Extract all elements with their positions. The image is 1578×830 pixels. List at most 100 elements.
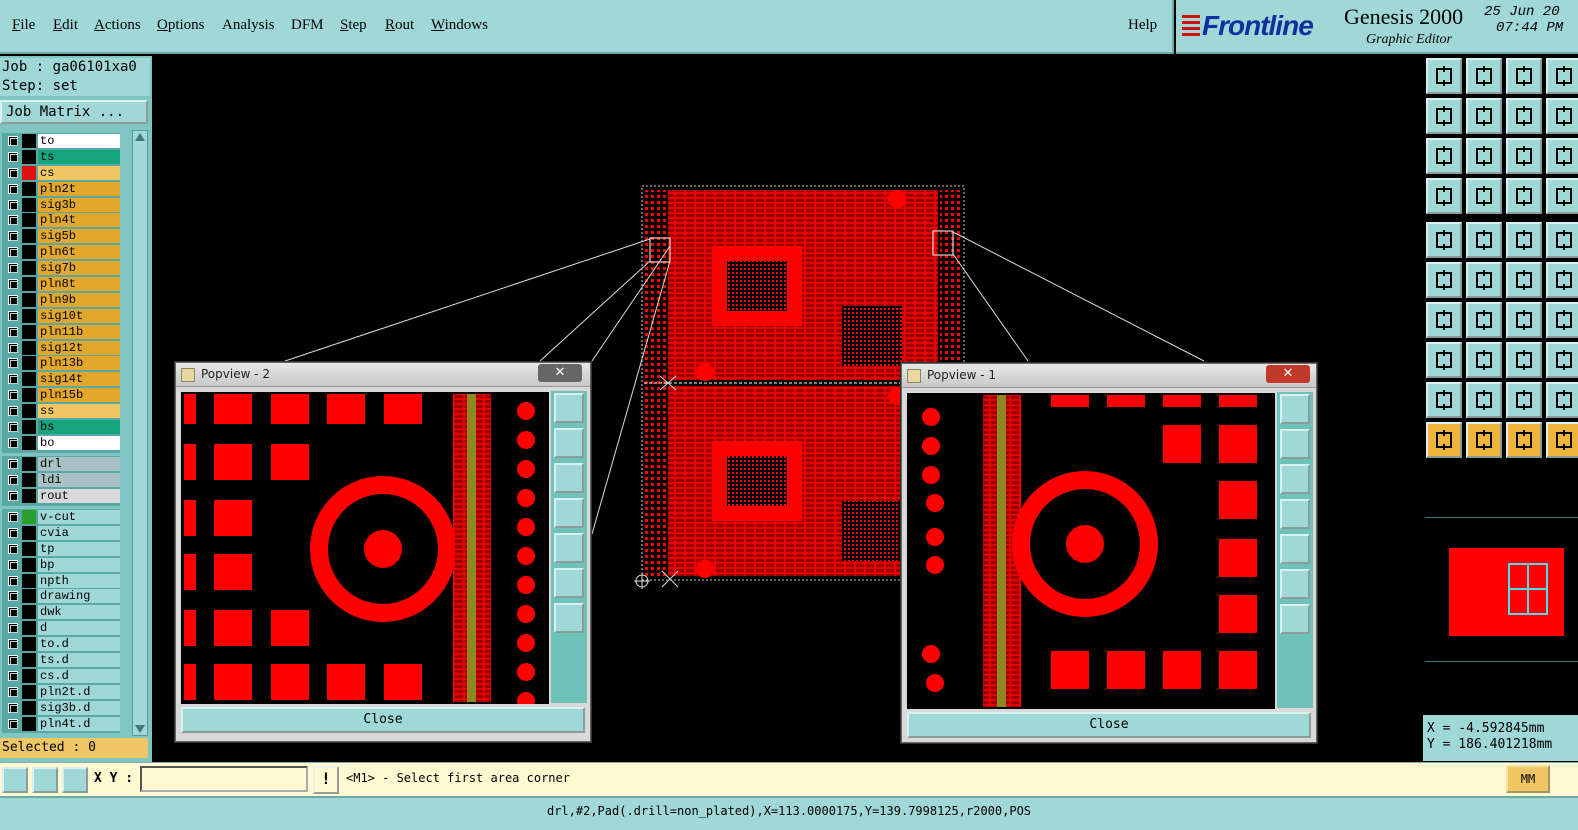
layer-checkbox[interactable] — [8, 437, 18, 448]
layer-color-swatch[interactable] — [22, 700, 36, 715]
menu-file[interactable]: File — [12, 17, 35, 34]
layer-color-swatch[interactable] — [22, 668, 36, 683]
snap-icon[interactable] — [2, 767, 28, 793]
node-icon[interactable] — [1426, 342, 1462, 378]
layer-color-swatch[interactable] — [22, 261, 36, 276]
pan-down-icon[interactable] — [1280, 464, 1310, 494]
layer-color-swatch[interactable] — [22, 420, 36, 435]
zoom-out-icon[interactable] — [554, 568, 584, 598]
layer-list-scrollbar[interactable] — [132, 130, 148, 736]
connect-icon[interactable] — [1426, 262, 1462, 298]
layer-checkbox[interactable] — [8, 591, 18, 602]
layer-row-pln15b[interactable]: pln15b — [2, 387, 120, 403]
fit-box-icon[interactable] — [1506, 342, 1542, 378]
layer-name[interactable]: pln4t.d — [38, 716, 120, 731]
layer-checkbox[interactable] — [8, 167, 18, 178]
extra-icon-4[interactable] — [1546, 222, 1578, 258]
menu-analysis[interactable]: Analysis — [222, 17, 275, 34]
layer-row-pln11b[interactable]: pln11b — [2, 324, 120, 340]
layer-row-v-cut[interactable]: v-cut — [2, 509, 120, 525]
layer-row-sig12t[interactable]: sig12t — [2, 340, 120, 356]
layer-checkbox[interactable] — [8, 607, 18, 618]
extra-icon-9[interactable] — [1546, 422, 1578, 458]
layer-color-swatch[interactable] — [22, 684, 36, 699]
layer-checkbox[interactable] — [8, 575, 18, 586]
layer-color-swatch[interactable] — [22, 213, 36, 228]
layer-color-swatch[interactable] — [22, 589, 36, 604]
layer-row-sig14t[interactable]: sig14t — [2, 371, 120, 387]
layer-checkbox[interactable] — [8, 183, 18, 194]
layer-color-swatch[interactable] — [22, 388, 36, 403]
extra-icon-2[interactable] — [1546, 98, 1578, 134]
layer-row-pln6t[interactable]: pln6t — [2, 244, 120, 260]
swap-icon[interactable] — [1506, 98, 1542, 134]
layer-row-pln8t[interactable]: pln8t — [2, 276, 120, 292]
layer-color-swatch[interactable] — [22, 165, 36, 180]
layer-color-swatch[interactable] — [22, 653, 36, 668]
layer-row-drawing[interactable]: drawing — [2, 588, 120, 604]
layer-checkbox[interactable] — [8, 358, 18, 369]
measure-icon[interactable] — [1426, 178, 1462, 214]
job-matrix-button[interactable]: Job Matrix ... — [0, 100, 148, 124]
popview-1-close-button[interactable]: Close — [907, 712, 1311, 738]
layer-row-npth[interactable]: npth — [2, 573, 120, 589]
ruler-icon[interactable] — [1506, 222, 1542, 258]
layer-checkbox[interactable] — [8, 474, 18, 485]
layer-name[interactable]: pln13b — [38, 356, 120, 371]
layer-color-swatch[interactable] — [22, 510, 36, 524]
popview-2-close-icon[interactable]: ✕ — [538, 364, 582, 382]
layer-row-cvia[interactable]: cvia — [2, 525, 120, 541]
layer-name[interactable]: sig5b — [38, 229, 120, 244]
layer-checkbox[interactable] — [8, 310, 18, 321]
layer-row-ss[interactable]: ss — [2, 403, 120, 419]
scroll-up-icon[interactable] — [135, 133, 145, 141]
layer-row-sig3b.d[interactable]: sig3b.d — [2, 700, 120, 716]
help-icon[interactable] — [1546, 138, 1578, 174]
layer-row-pln13b[interactable]: pln13b — [2, 355, 120, 371]
midline-icon[interactable] — [1466, 342, 1502, 378]
layer-checkbox[interactable] — [8, 151, 18, 162]
fit-icon[interactable] — [1426, 138, 1462, 174]
menu-rout[interactable]: Rout — [385, 17, 414, 34]
layer-color-swatch[interactable] — [22, 541, 36, 556]
layer-name[interactable]: cvia — [38, 525, 120, 540]
layer-name[interactable]: cs — [38, 165, 120, 180]
pointer-icon[interactable] — [1426, 422, 1462, 458]
menu-step[interactable]: Step — [340, 17, 367, 34]
layer-name[interactable]: bo — [38, 435, 120, 450]
zoom-window-icon[interactable] — [554, 393, 584, 423]
layer-color-swatch[interactable] — [22, 372, 36, 387]
popview-1-close-icon[interactable]: ✕ — [1266, 365, 1310, 383]
layer-name[interactable]: ldi — [38, 472, 120, 487]
layer-row-sig3b[interactable]: sig3b — [2, 197, 120, 213]
xy-input[interactable] — [140, 766, 308, 792]
triangle-alt-icon[interactable] — [1466, 382, 1502, 418]
layer-row-cs.d[interactable]: cs.d — [2, 668, 120, 684]
layer-color-swatch[interactable] — [22, 573, 36, 588]
layer-row-sig10t[interactable]: sig10t — [2, 308, 120, 324]
layer-checkbox[interactable] — [8, 718, 18, 729]
pan-left-icon[interactable] — [1280, 499, 1310, 529]
layer-checkbox[interactable] — [8, 639, 18, 650]
layer-checkbox[interactable] — [8, 263, 18, 274]
units-button[interactable]: MM — [1506, 765, 1550, 793]
layer-name[interactable]: v-cut — [38, 510, 120, 524]
layer-color-swatch[interactable] — [22, 605, 36, 620]
layer-row-bs[interactable]: bs — [2, 419, 120, 435]
extra-icon-5[interactable] — [1546, 262, 1578, 298]
line-icon[interactable] — [1466, 222, 1502, 258]
layer-row-pln2t.d[interactable]: pln2t.d — [2, 684, 120, 700]
layer-color-swatch[interactable] — [22, 637, 36, 652]
layer-color-swatch[interactable] — [22, 340, 36, 355]
layer-checkbox[interactable] — [8, 279, 18, 290]
layer-checkbox[interactable] — [8, 670, 18, 681]
layer-color-swatch[interactable] — [22, 621, 36, 636]
layer-row-rout[interactable]: rout — [2, 488, 120, 504]
pad-icon[interactable] — [1426, 222, 1462, 258]
layer-color-swatch[interactable] — [22, 181, 36, 196]
home-icon[interactable] — [1506, 58, 1542, 94]
move-right-icon[interactable] — [1466, 98, 1502, 134]
popview-1-content[interactable] — [907, 393, 1275, 709]
pan-up-icon[interactable] — [1280, 429, 1310, 459]
pointer-b-icon[interactable] — [1506, 422, 1542, 458]
